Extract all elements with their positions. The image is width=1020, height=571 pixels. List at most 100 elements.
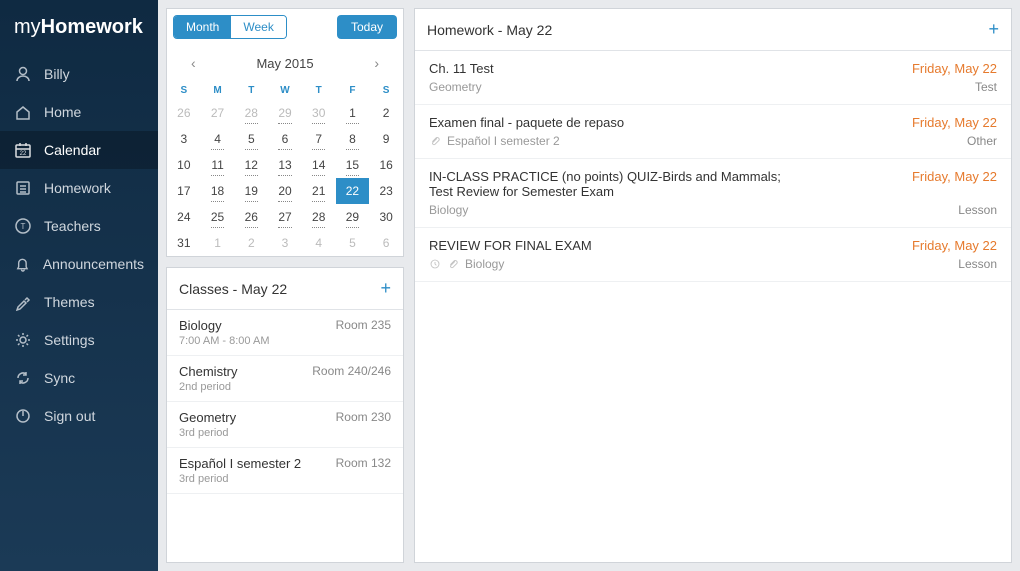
brush-icon <box>14 293 32 311</box>
calendar-day[interactable]: 30 <box>302 100 336 126</box>
calendar-day[interactable]: 10 <box>167 152 201 178</box>
calendar-day[interactable]: 3 <box>167 126 201 152</box>
calendar-day[interactable]: 14 <box>302 152 336 178</box>
calendar-day[interactable]: 16 <box>369 152 403 178</box>
class-room: Room 230 <box>336 410 391 424</box>
calendar-day[interactable]: 1 <box>201 230 235 256</box>
calendar-day[interactable]: 19 <box>234 178 268 204</box>
homework-item[interactable]: REVIEW FOR FINAL EXAMFriday, May 22Biolo… <box>415 228 1011 282</box>
class-item[interactable]: Español I semester 23rd periodRoom 132 <box>167 448 403 494</box>
calendar-day[interactable]: 26 <box>167 100 201 126</box>
logo-strong: Homework <box>41 16 143 38</box>
sidebar-item-announcements[interactable]: Announcements <box>0 245 158 283</box>
homework-type: Lesson <box>958 203 997 217</box>
sidebar-item-label: Teachers <box>44 218 101 234</box>
calendar-day[interactable]: 31 <box>167 230 201 256</box>
calendar-day[interactable]: 27 <box>201 100 235 126</box>
sidebar-item-label: Calendar <box>44 142 101 158</box>
calendar-day[interactable]: 30 <box>369 204 403 230</box>
month-tab[interactable]: Month <box>174 16 231 38</box>
class-item[interactable]: Geometry3rd periodRoom 230 <box>167 402 403 448</box>
homework-due: Friday, May 22 <box>912 61 997 76</box>
sidebar-item-signout[interactable]: Sign out <box>0 397 158 435</box>
calendar-day[interactable]: 7 <box>302 126 336 152</box>
calendar-day[interactable]: 4 <box>302 230 336 256</box>
homework-type: Test <box>975 80 997 94</box>
homework-item[interactable]: Ch. 11 Test Friday, May 22 Geometry Test <box>415 51 1011 105</box>
calendar-day[interactable]: 21 <box>302 178 336 204</box>
calendar-day[interactable]: 24 <box>167 204 201 230</box>
today-button[interactable]: Today <box>337 15 397 39</box>
main-content: Month Week Today ‹ May 2015 › SMTWTFS262… <box>158 0 1020 571</box>
calendar-dow: T <box>302 81 336 100</box>
add-class-button[interactable]: + <box>380 278 391 299</box>
class-name: Biology <box>179 318 270 333</box>
class-item[interactable]: Biology7:00 AM - 8:00 AMRoom 235 <box>167 310 403 356</box>
class-item[interactable]: Chemistry2nd periodRoom 240/246 <box>167 356 403 402</box>
calendar-day[interactable]: 6 <box>369 230 403 256</box>
calendar-day[interactable]: 28 <box>302 204 336 230</box>
homework-due: Friday, May 22 <box>912 169 997 199</box>
calendar-day[interactable]: 11 <box>201 152 235 178</box>
sidebar-item-sync[interactable]: Sync <box>0 359 158 397</box>
user-icon <box>14 65 32 83</box>
sync-icon <box>14 369 32 387</box>
calendar-day[interactable]: 22 <box>336 178 370 204</box>
app-logo: myHomework <box>0 12 158 55</box>
calendar-day[interactable]: 26 <box>234 204 268 230</box>
sidebar-item-settings[interactable]: Settings <box>0 321 158 359</box>
homework-subject: Biology <box>429 203 468 217</box>
calendar-day[interactable]: 2 <box>234 230 268 256</box>
sidebar-item-label: Announcements <box>43 256 144 272</box>
calendar-day[interactable]: 20 <box>268 178 302 204</box>
calendar-day[interactable]: 28 <box>234 100 268 126</box>
next-month-button[interactable]: › <box>366 51 387 75</box>
classes-title: Classes - May 22 <box>179 281 287 297</box>
view-segmented: Month Week <box>173 15 287 39</box>
sidebar-item-themes[interactable]: Themes <box>0 283 158 321</box>
homework-item[interactable]: IN-CLASS PRACTICE (no points) QUIZ-Birds… <box>415 159 1011 228</box>
week-tab[interactable]: Week <box>231 16 285 38</box>
add-homework-button[interactable]: + <box>988 19 999 40</box>
svg-text:T: T <box>21 222 26 231</box>
calendar-day[interactable]: 5 <box>336 230 370 256</box>
calendar-day[interactable]: 25 <box>201 204 235 230</box>
class-time: 2nd period <box>179 381 238 393</box>
calendar-day[interactable]: 6 <box>268 126 302 152</box>
calendar-day[interactable]: 29 <box>268 100 302 126</box>
sidebar-item-calendar[interactable]: 22Calendar <box>0 131 158 169</box>
classes-panel: Classes - May 22 + Biology7:00 AM - 8:00… <box>166 267 404 563</box>
calendar-day[interactable]: 29 <box>336 204 370 230</box>
calendar-day[interactable]: 15 <box>336 152 370 178</box>
calendar-day[interactable]: 8 <box>336 126 370 152</box>
calendar-day[interactable]: 1 <box>336 100 370 126</box>
class-name: Chemistry <box>179 364 238 379</box>
class-room: Room 132 <box>336 456 391 470</box>
calendar-day[interactable]: 3 <box>268 230 302 256</box>
prev-month-button[interactable]: ‹ <box>183 51 204 75</box>
calendar-day[interactable]: 27 <box>268 204 302 230</box>
attachment-icon <box>429 135 441 147</box>
homework-subject: Geometry <box>429 80 482 94</box>
calendar-day[interactable]: 2 <box>369 100 403 126</box>
calendar-day[interactable]: 9 <box>369 126 403 152</box>
calendar-panel: Month Week Today ‹ May 2015 › SMTWTFS262… <box>166 8 404 257</box>
calendar-day[interactable]: 12 <box>234 152 268 178</box>
calendar-day[interactable]: 13 <box>268 152 302 178</box>
calendar-day[interactable]: 18 <box>201 178 235 204</box>
class-name: Español I semester 2 <box>179 456 301 471</box>
calendar-day[interactable]: 17 <box>167 178 201 204</box>
sidebar-item-teachers[interactable]: T Teachers <box>0 207 158 245</box>
sidebar-item-homework[interactable]: Homework <box>0 169 158 207</box>
sidebar-item-home[interactable]: Home <box>0 93 158 131</box>
sidebar-item-user[interactable]: Billy <box>0 55 158 93</box>
calendar-day[interactable]: 23 <box>369 178 403 204</box>
power-icon <box>14 407 32 425</box>
homework-title: Ch. 11 Test <box>429 61 494 76</box>
sidebar-item-label: Themes <box>44 294 95 310</box>
calendar-day[interactable]: 5 <box>234 126 268 152</box>
calendar-day[interactable]: 4 <box>201 126 235 152</box>
homework-item[interactable]: Examen final - paquete de repasoFriday, … <box>415 105 1011 159</box>
homework-type: Other <box>967 134 997 148</box>
sidebar-item-label: Billy <box>44 66 70 82</box>
